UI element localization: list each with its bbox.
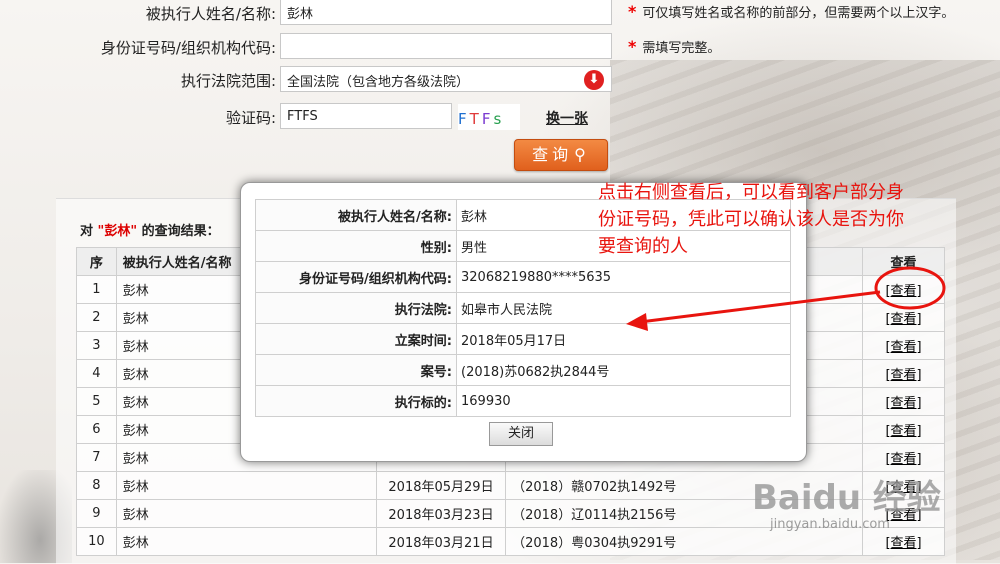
highlight-circle bbox=[874, 266, 946, 310]
watermark-url: jingyan.baidu.com bbox=[770, 517, 890, 532]
annotation-text: 点击右侧查看后，可以看到客户部分身份证号码，凭此可以确认该人是否为你要查询的人 bbox=[598, 182, 904, 257]
baidu-watermark: Baidu 经验 bbox=[752, 478, 941, 518]
annotation-arrowhead bbox=[626, 313, 648, 331]
annotation-arrow-line bbox=[639, 290, 881, 324]
